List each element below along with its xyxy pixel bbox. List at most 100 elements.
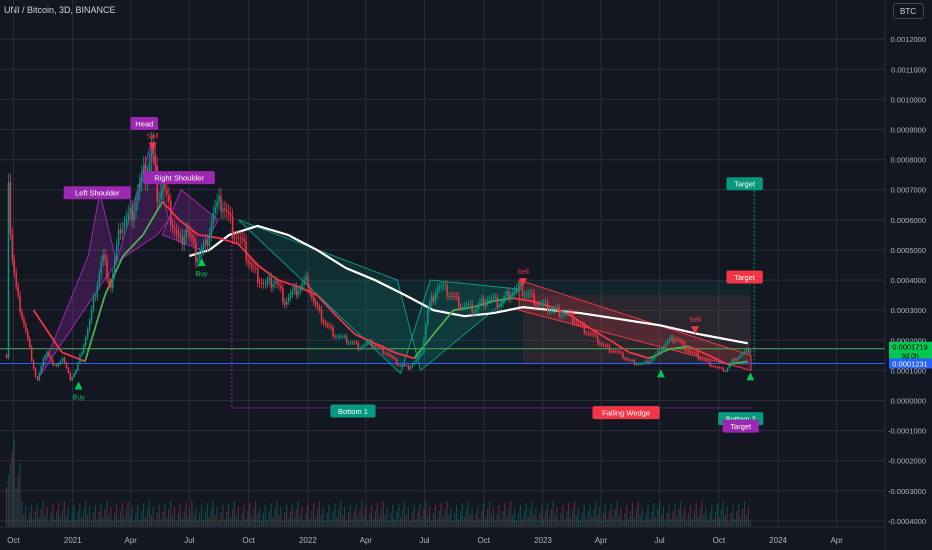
- volume-bar: [249, 503, 251, 527]
- volume-bar: [67, 507, 69, 527]
- candle-body: [320, 309, 323, 321]
- candle-body: [256, 268, 259, 283]
- volume-bar: [131, 507, 133, 527]
- candle-body: [678, 339, 680, 341]
- candle-body: [363, 345, 365, 347]
- candle-body: [228, 212, 230, 215]
- y-tick-label: 0.0006000: [891, 216, 926, 225]
- candle-body: [349, 342, 352, 344]
- volume-bar: [359, 509, 361, 527]
- volume-bar: [401, 509, 404, 527]
- volume-bar: [104, 509, 106, 527]
- y-tick-label: -0.0002000: [888, 457, 926, 466]
- candle-body: [243, 238, 245, 242]
- volume-bar: [46, 507, 48, 527]
- volume-bar: [328, 505, 330, 527]
- volume-bar: [191, 501, 193, 527]
- volume-bar: [473, 521, 475, 527]
- candle-body: [50, 356, 52, 361]
- price-chart[interactable]: Buy Buy Sell Sell Sell Left Shoulder Head Righ…: [0, 0, 932, 550]
- candle-body: [446, 285, 448, 297]
- candle-body: [711, 365, 713, 367]
- volume-bar: [523, 511, 525, 527]
- volume-bar: [658, 501, 661, 527]
- candle-body: [413, 361, 416, 365]
- candle-body: [229, 214, 232, 217]
- candle-body: [734, 359, 736, 361]
- candle-body: [332, 327, 334, 337]
- candle-body: [311, 292, 313, 298]
- candle-body: [728, 365, 730, 369]
- candle-body: [85, 337, 87, 346]
- candle-body: [15, 272, 17, 287]
- volume-bars: [5, 439, 751, 527]
- volume-bar: [311, 511, 313, 527]
- candle-body: [38, 373, 41, 381]
- volume-bar: [177, 513, 179, 527]
- volume-bar: [301, 507, 303, 527]
- volume-bar: [42, 501, 44, 527]
- candle-body: [614, 351, 616, 353]
- volume-bar: [676, 517, 678, 527]
- volume-bar: [285, 505, 288, 527]
- candle-body: [287, 297, 290, 302]
- volume-bar: [322, 507, 324, 527]
- candle-body: [301, 283, 303, 288]
- volume-bar: [7, 475, 9, 527]
- candle-body: [436, 287, 439, 295]
- volume-bar: [633, 517, 635, 527]
- candle-body: [631, 360, 634, 362]
- volume-bar: [641, 507, 643, 527]
- volume-bar: [218, 521, 220, 527]
- candle-body: [535, 304, 537, 306]
- volume-bar: [369, 513, 371, 527]
- candle-body: [481, 298, 483, 303]
- candle-body: [135, 202, 137, 212]
- volume-bar: [50, 513, 52, 527]
- volume-bar: [701, 501, 703, 527]
- volume-bar: [699, 509, 701, 527]
- candle-body: [444, 285, 446, 286]
- volume-bar: [34, 511, 36, 527]
- candle-body: [57, 363, 60, 366]
- volume-bar: [649, 519, 651, 527]
- volume-bar: [512, 515, 514, 527]
- candle-body: [459, 307, 462, 309]
- candle-body: [390, 355, 392, 357]
- volume-bar: [5, 487, 7, 527]
- volume-bar: [475, 513, 477, 527]
- y-tick-label: -0.0004000: [888, 517, 926, 526]
- volume-bar: [330, 519, 332, 527]
- volume-bar: [222, 505, 224, 527]
- candle-body: [73, 373, 75, 378]
- volume-bar: [442, 517, 444, 527]
- volume-bar: [736, 511, 738, 527]
- candle-body: [680, 340, 682, 342]
- volume-bar: [332, 511, 334, 527]
- candle-body: [454, 296, 456, 297]
- candle-body: [699, 358, 701, 360]
- volume-bar: [577, 507, 579, 527]
- candle-body: [42, 358, 45, 366]
- candle-body: [318, 307, 321, 310]
- candle-body: [384, 353, 387, 354]
- volume-bar: [255, 501, 257, 527]
- volume-bar: [245, 519, 247, 527]
- volume-bar: [272, 517, 274, 527]
- candle-body: [115, 244, 118, 260]
- volume-bar: [135, 513, 137, 527]
- candle-body: [469, 303, 472, 305]
- candle-body: [485, 302, 487, 307]
- volume-bar: [432, 513, 435, 527]
- candle-body: [629, 360, 632, 361]
- annotation-label: Head: [135, 119, 153, 128]
- candle-body: [36, 376, 39, 381]
- candle-body: [112, 274, 114, 288]
- candle-body: [490, 298, 493, 300]
- volume-bar: [202, 519, 205, 527]
- volume-bar: [670, 519, 672, 527]
- y-tick-label: -0.0003000: [888, 487, 926, 496]
- volume-bar: [90, 521, 93, 527]
- volume-bar: [81, 517, 83, 527]
- volume-bar: [326, 513, 328, 527]
